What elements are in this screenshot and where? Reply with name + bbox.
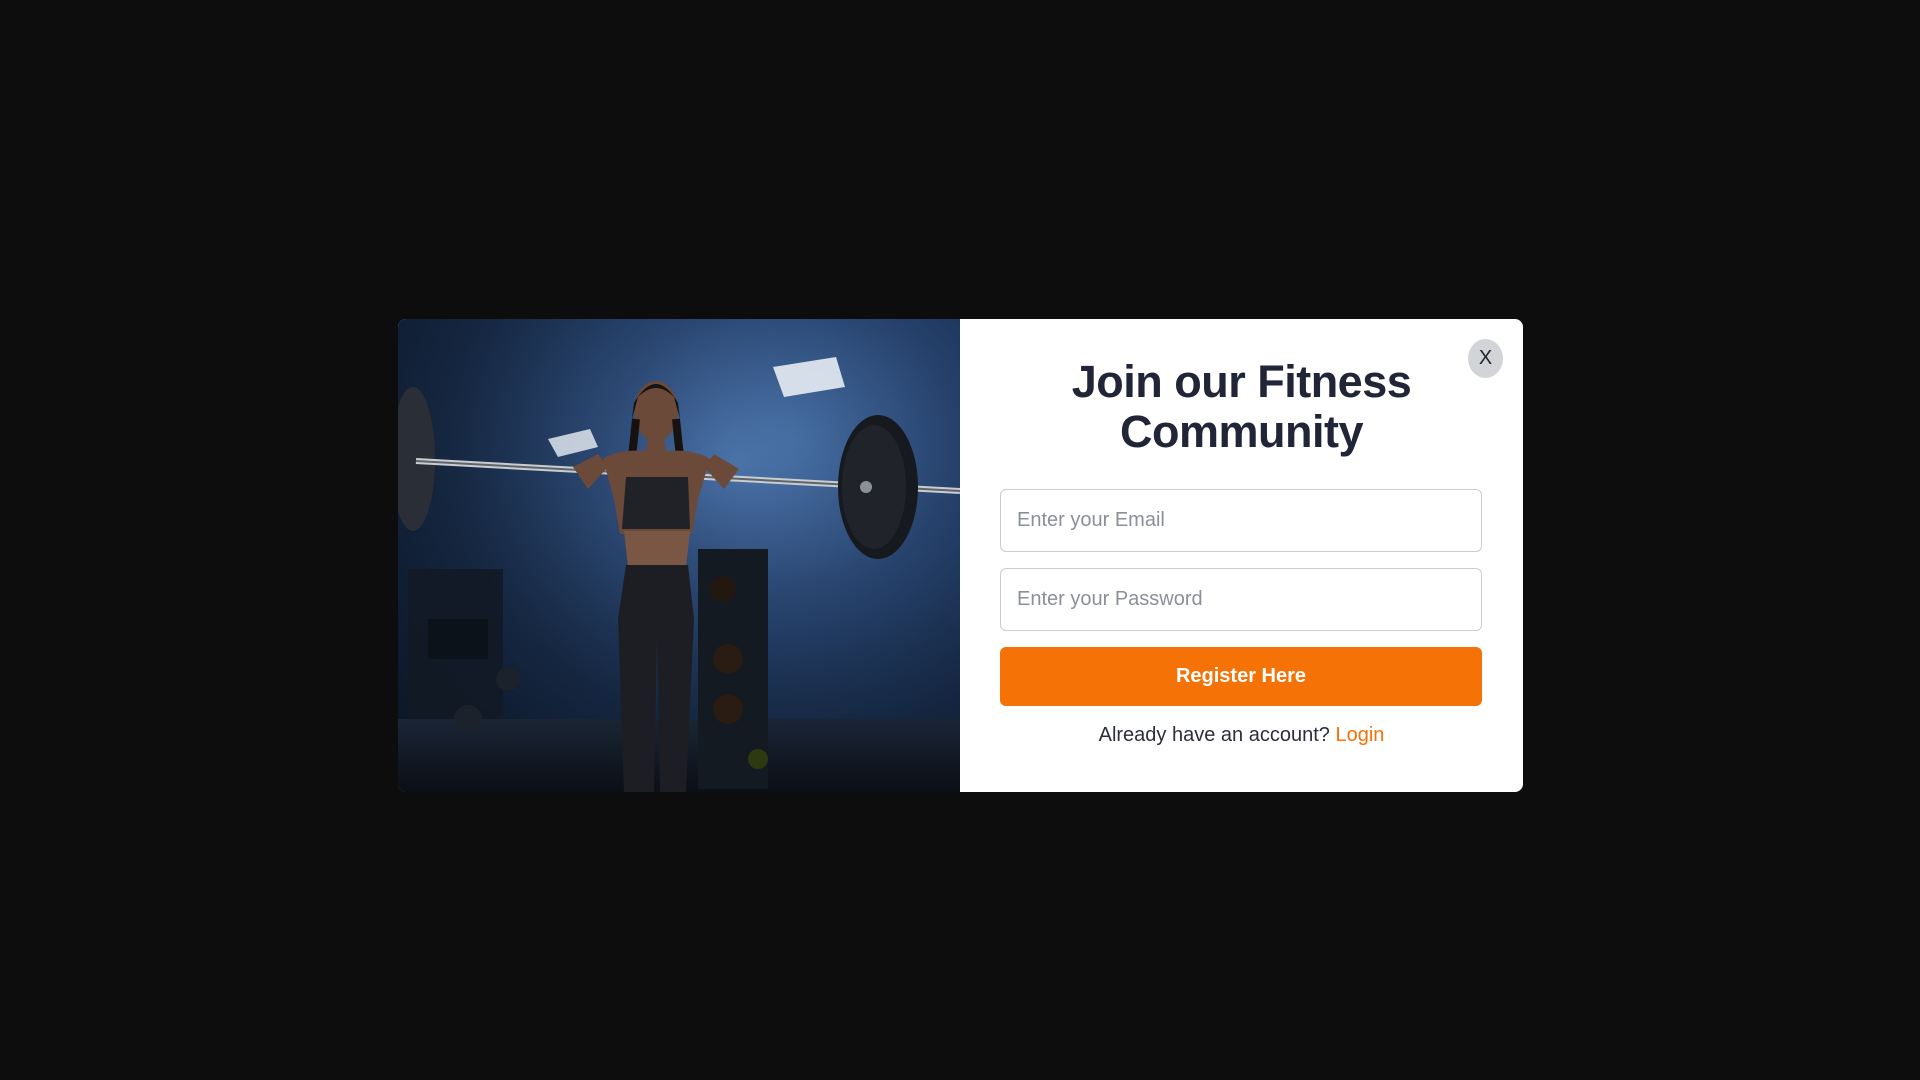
register-form: X Join our Fitness Community Register He… <box>960 319 1523 792</box>
password-input[interactable] <box>1000 568 1482 631</box>
register-button[interactable]: Register Here <box>1000 647 1482 706</box>
modal-title: Join our Fitness Community <box>960 357 1523 457</box>
register-modal: X Join our Fitness Community Register He… <box>398 319 1523 792</box>
hero-image <box>398 319 960 792</box>
title-line-1: Join our Fitness <box>1071 356 1412 407</box>
gym-photo-illustration <box>398 319 960 792</box>
login-prompt: Already have an account? Login <box>960 724 1523 747</box>
title-line-2: Community <box>1120 406 1364 457</box>
login-link[interactable]: Login <box>1335 724 1384 746</box>
email-input[interactable] <box>1000 489 1482 552</box>
login-prompt-text: Already have an account? <box>1098 724 1330 746</box>
